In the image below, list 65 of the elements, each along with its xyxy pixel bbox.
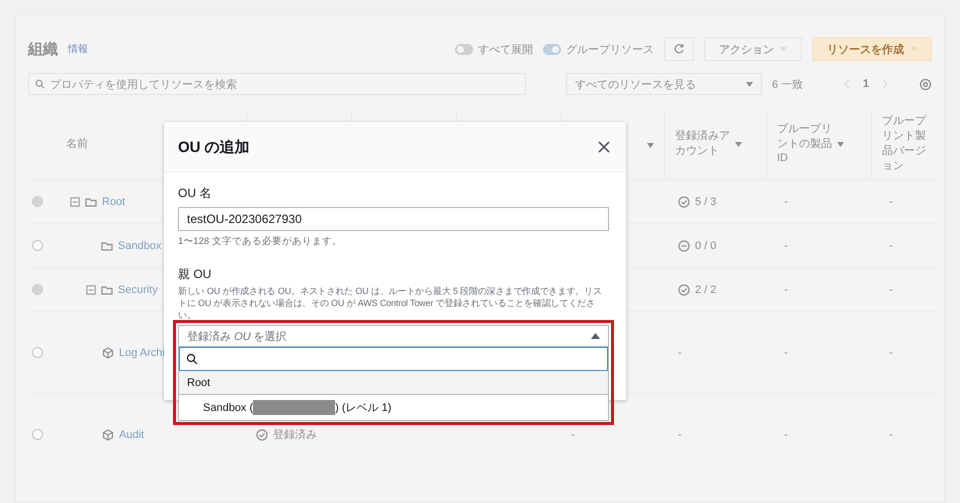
toggle-label: グループリソース [566, 42, 654, 56]
create-resource-button[interactable]: リソースを作成 [812, 37, 932, 61]
search-icon [186, 353, 198, 366]
table-cell: - [784, 240, 788, 252]
caret-icon [837, 142, 844, 146]
refresh-icon [673, 43, 685, 55]
settings-icon [919, 78, 932, 90]
check-circle-icon [678, 284, 690, 296]
check-circle-icon [678, 196, 690, 208]
close-button[interactable] [596, 139, 612, 155]
status-text: 登録済み [273, 428, 317, 442]
caret-icon [746, 82, 753, 86]
toggle-label: すべて展開 [478, 42, 533, 56]
table-cell: - [571, 428, 575, 440]
account-count: 2 / 2 [695, 284, 716, 296]
folder-icon [101, 284, 113, 296]
table-cell: - [784, 196, 788, 208]
field-label: OU 名 [178, 185, 212, 202]
minus-circle-icon [678, 240, 690, 252]
refresh-button[interactable] [664, 37, 694, 61]
caret-up-icon [591, 333, 600, 340]
match-count: 6 一致 [772, 78, 804, 92]
dropdown-search-field[interactable] [179, 347, 608, 372]
check-circle-icon [256, 428, 268, 440]
page-number[interactable]: 1 [862, 78, 869, 90]
column-header: 名前 [66, 136, 88, 152]
ou-name-input[interactable]: testOU-20230627930 [178, 207, 609, 231]
account-count: - [678, 428, 682, 440]
table-cell: - [784, 284, 788, 296]
caret-icon [647, 143, 654, 148]
table-cell: - [784, 428, 788, 440]
table-cell: - [889, 428, 893, 440]
account-count: - [678, 346, 682, 358]
option-group-label: Root [179, 371, 608, 396]
table-cell: - [889, 240, 893, 252]
column-header: ブループリントの製品 ID [777, 122, 833, 166]
field-label: 親 OU [178, 266, 212, 283]
toggle-switch[interactable] [543, 44, 561, 54]
table-cell: - [784, 346, 788, 358]
table-cell: - [889, 346, 893, 358]
collapse-icon [86, 284, 96, 294]
column-header: ブループリント製品バージョン [882, 114, 926, 174]
caret-icon [910, 46, 917, 52]
folder-icon [101, 240, 113, 252]
search-icon [35, 79, 45, 89]
filter-select[interactable]: すべてのリソースを見る [566, 73, 762, 95]
collapse-icon [70, 196, 80, 206]
parent-ou-select[interactable]: 登録済み OU を選択 [178, 325, 609, 348]
search-placeholder: プロパティを使用してリソースを検索 [50, 78, 237, 92]
search-field[interactable]: プロパティを使用してリソースを検索 [28, 73, 526, 95]
column-header: 登録済みアカウント [675, 129, 731, 159]
field-description: 新しい OU が作成される OU。ネストされた OU は、ルートから最大 5 段階の深さまで作成できます。リストに OU が表示されない場合は、その OU が AWS Control Tower で登録されていることを確認してください。 [178, 285, 603, 322]
page-title: 組織 [28, 40, 58, 58]
dialog-title: OU の追加 [178, 138, 250, 156]
table-cell: - [889, 196, 893, 208]
account-count: 5 / 3 [695, 196, 716, 208]
info-link[interactable]: 情報 [68, 42, 88, 56]
cube-icon [102, 346, 114, 358]
cube-icon [102, 428, 114, 440]
caret-icon [735, 142, 742, 146]
folder-icon [85, 196, 97, 208]
toggle-switch[interactable] [455, 44, 473, 54]
table-cell: - [889, 284, 893, 296]
account-count: 0 / 0 [695, 240, 716, 252]
field-hint: 1〜128 文字である必要があります。 [178, 235, 343, 248]
